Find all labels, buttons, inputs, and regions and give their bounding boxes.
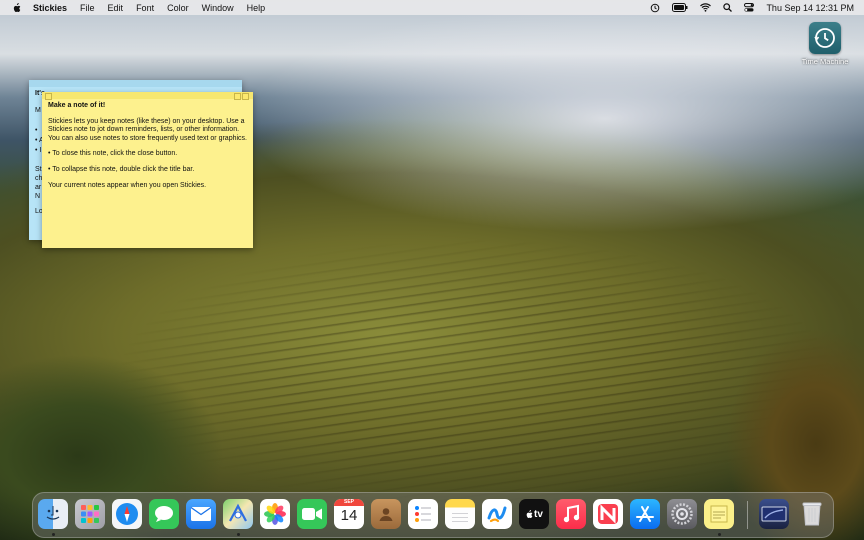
menu-file[interactable]: File [80, 3, 95, 13]
dock-running-indicator [237, 533, 240, 536]
dock-trash-icon[interactable] [797, 499, 827, 529]
dock-launchpad-icon[interactable] [75, 499, 105, 529]
sticky-yellow-content[interactable]: Make a note of it! Stickies lets you kee… [42, 99, 253, 190]
sticky-yellow-paragraph: • To close this note, click the close bu… [48, 150, 178, 158]
dock-stickies-icon[interactable] [704, 499, 734, 529]
spotlight-search-icon[interactable] [723, 3, 733, 12]
dock-reminders-icon[interactable] [408, 499, 438, 529]
apple-menu-icon[interactable] [12, 2, 21, 13]
calendar-month: SEP [334, 499, 364, 506]
sticky-blue-text: • [35, 127, 38, 134]
dock-maps-icon[interactable] [223, 499, 253, 529]
menu-bar-clock[interactable]: Thu Sep 14 12:31 PM [766, 3, 854, 13]
wifi-icon[interactable] [700, 3, 712, 12]
dock-news-icon[interactable] [593, 499, 623, 529]
time-machine-icon [809, 22, 841, 54]
dock: SEP 14 tv [32, 492, 834, 538]
dock-freeform-icon[interactable] [482, 499, 512, 529]
dock-contacts-icon[interactable] [371, 499, 401, 529]
dock-music-icon[interactable] [556, 499, 586, 529]
dock-system-settings-icon[interactable] [667, 499, 697, 529]
dock-running-indicator [52, 533, 55, 536]
sticky-yellow-title: Make a note of it! [48, 102, 106, 109]
calendar-day: 14 [340, 507, 358, 524]
control-center-icon[interactable] [744, 3, 755, 12]
dock-photos-icon[interactable] [260, 499, 290, 529]
sticky-blue-text: St [35, 166, 42, 173]
dock-mail-icon[interactable] [186, 499, 216, 529]
sticky-blue-title-bar[interactable] [29, 80, 242, 87]
dock-calendar-icon[interactable]: SEP 14 [334, 499, 364, 529]
sticky-zoom-button[interactable] [234, 93, 241, 100]
time-machine-desktop-icon[interactable]: Time Machine [796, 22, 854, 66]
dock-finder-icon[interactable] [38, 499, 68, 529]
menu-color[interactable]: Color [167, 3, 189, 13]
dock-safari-icon[interactable] [112, 499, 142, 529]
battery-icon[interactable] [672, 3, 688, 12]
time-machine-label: Time Machine [801, 57, 849, 66]
sticky-blue-text: N [35, 193, 41, 200]
dock-messages-icon[interactable] [149, 499, 179, 529]
dock-app-store-icon[interactable] [630, 499, 660, 529]
dock-notes-icon[interactable] [445, 499, 475, 529]
sticky-yellow-paragraph: Your current notes appear when you open … [48, 181, 207, 189]
menu-app-name[interactable]: Stickies [33, 3, 67, 13]
sticky-note-yellow[interactable]: Make a note of it! Stickies lets you kee… [42, 92, 253, 248]
apple-tv-label: tv [534, 508, 543, 520]
sticky-yellow-title-bar[interactable] [42, 92, 253, 100]
sticky-yellow-paragraph: • To collapse this note, double click th… [48, 165, 195, 173]
dock-facetime-icon[interactable] [297, 499, 327, 529]
dock-downloads-stack-icon[interactable] [759, 499, 789, 529]
sticky-close-button[interactable] [45, 93, 52, 100]
sticky-collapse-button[interactable] [242, 93, 249, 100]
menu-bar: Stickies File Edit Font Color Window Hel… [0, 0, 864, 15]
menu-help[interactable]: Help [247, 3, 266, 13]
time-machine-status-icon[interactable] [650, 3, 660, 13]
sticky-blue-text: • I [35, 147, 42, 154]
menu-window[interactable]: Window [202, 3, 234, 13]
dock-apple-tv-icon[interactable]: tv [519, 499, 549, 529]
dock-separator [747, 501, 748, 529]
sticky-yellow-paragraph: Stickies lets you keep notes (like these… [48, 117, 247, 142]
sticky-blue-text: ar [35, 184, 42, 191]
sticky-blue-text: M [35, 107, 41, 114]
menu-edit[interactable]: Edit [108, 3, 124, 13]
menu-font[interactable]: Font [136, 3, 154, 13]
dock-running-indicator [718, 533, 721, 536]
